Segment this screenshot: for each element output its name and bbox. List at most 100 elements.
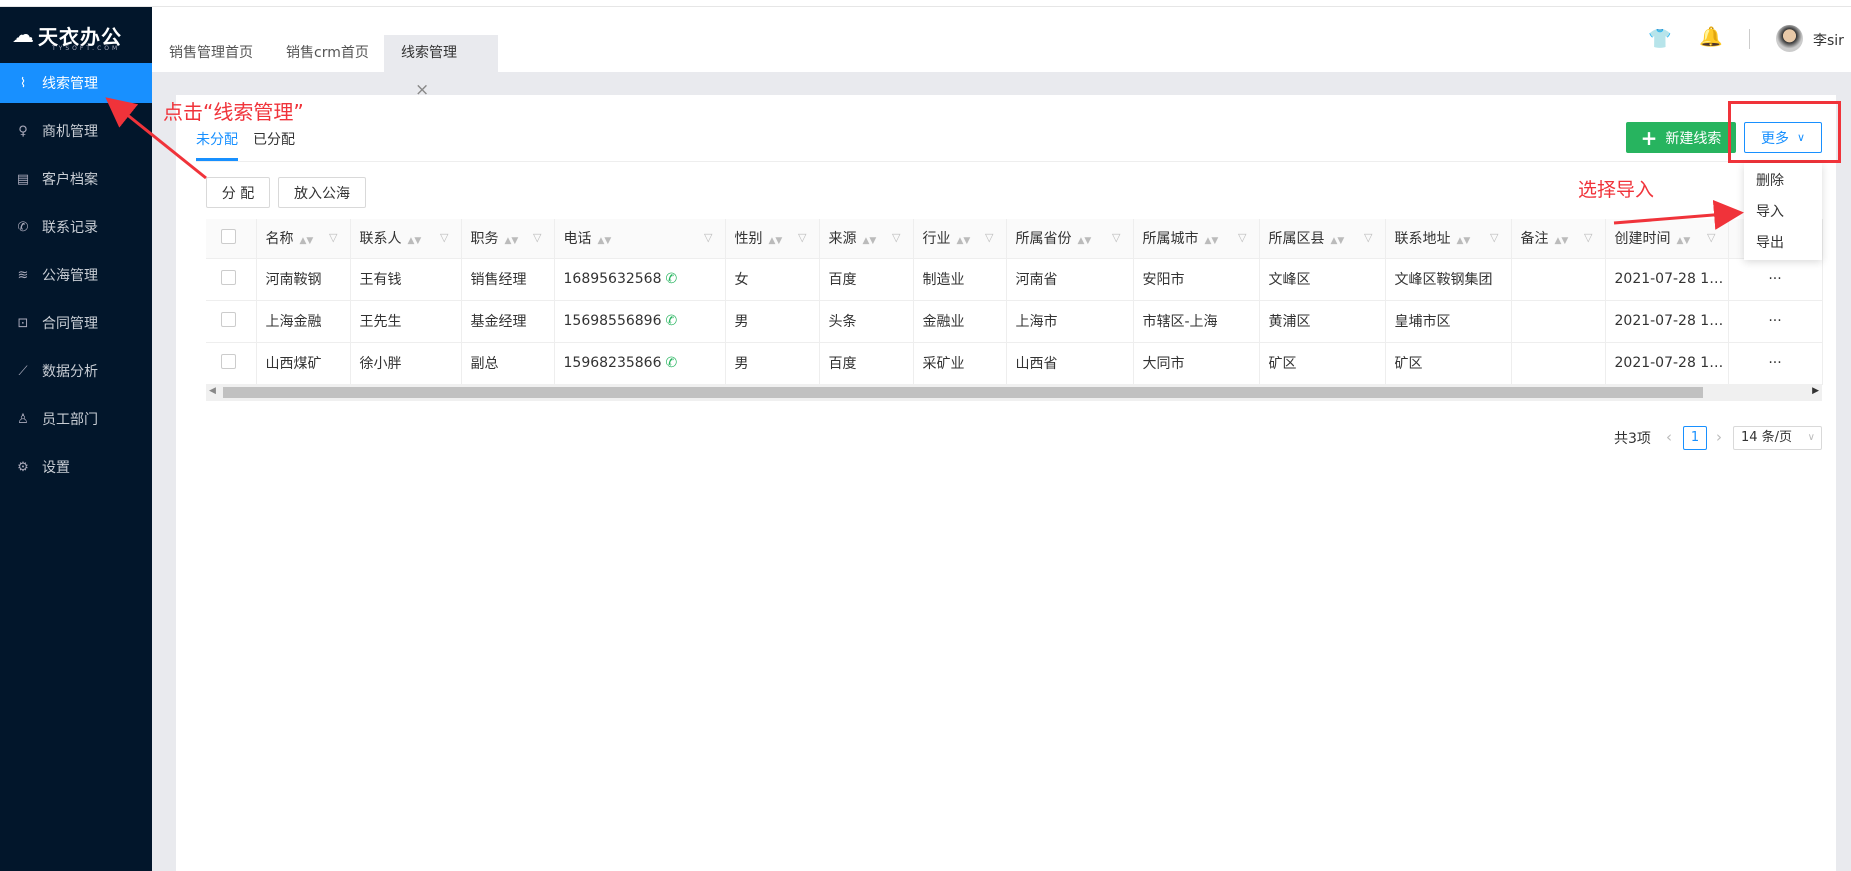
phone-icon[interactable]: ✆ xyxy=(665,355,677,371)
phone-icon[interactable]: ✆ xyxy=(665,271,677,287)
filter-icon[interactable]: ▽ xyxy=(1490,231,1498,244)
sort-icon[interactable]: ▲▼ xyxy=(957,236,971,246)
filter-icon[interactable]: ▽ xyxy=(1112,231,1120,244)
filter-icon[interactable]: ▽ xyxy=(1707,231,1715,244)
sidebar-item-0[interactable]: ⌇ 线索管理 xyxy=(0,63,152,103)
total-count: 共3项 xyxy=(1614,431,1651,447)
sort-icon[interactable]: ▲▼ xyxy=(408,236,422,246)
sidebar-item-3[interactable]: ✆ 联系记录 xyxy=(0,207,152,247)
column-header[interactable]: 所属城市 ▲▼ ▽ xyxy=(1133,219,1260,259)
sort-icon[interactable]: ▲▼ xyxy=(1555,236,1569,246)
phone-icon[interactable]: ✆ xyxy=(665,313,677,329)
sort-icon[interactable]: ▲▼ xyxy=(1331,236,1345,246)
filter-icon[interactable]: ▽ xyxy=(1238,231,1246,244)
column-header[interactable]: 行业 ▲▼ ▽ xyxy=(913,219,1007,259)
table-cell: 百度 xyxy=(819,258,914,301)
bell-icon[interactable]: 🔔 xyxy=(1699,25,1723,48)
move-to-pool-button[interactable]: 放入公海 xyxy=(278,177,366,208)
filter-icon[interactable]: ▽ xyxy=(533,231,541,244)
column-header[interactable]: 名称 ▲▼ ▽ xyxy=(256,219,351,259)
table-cell: 大同市 xyxy=(1133,342,1260,385)
scrollbar-thumb[interactable] xyxy=(223,387,1703,398)
filter-icon[interactable]: ▽ xyxy=(440,231,448,244)
column-header[interactable]: 来源 ▲▼ ▽ xyxy=(819,219,914,259)
row-more-button[interactable]: ··· xyxy=(1728,258,1823,301)
user-name[interactable]: 李sir xyxy=(1813,30,1844,50)
menu-item-delete[interactable]: 删除 xyxy=(1756,170,1784,190)
row-select-cell xyxy=(206,258,257,301)
menu-item-export[interactable]: 导出 xyxy=(1756,232,1784,252)
menu-item-import[interactable]: 导入 xyxy=(1756,201,1784,221)
sort-icon[interactable]: ▲▼ xyxy=(505,236,519,246)
sort-icon[interactable]: ▲▼ xyxy=(1457,236,1471,246)
row-select-cell xyxy=(206,300,257,343)
column-header[interactable]: 联系人 ▲▼ ▽ xyxy=(350,219,462,259)
filter-icon[interactable]: ▽ xyxy=(985,231,993,244)
assign-button[interactable]: 分 配 xyxy=(206,177,270,208)
page-scrollbar[interactable] xyxy=(1836,72,1851,871)
next-page-icon[interactable]: › xyxy=(1716,428,1722,446)
table-cell: 头条 xyxy=(819,300,914,343)
scroll-right-icon[interactable]: ▶ xyxy=(1812,386,1819,396)
column-header[interactable]: 职务 ▲▼ ▽ xyxy=(461,219,555,259)
sidebar-item-5[interactable]: ⊡ 合同管理 xyxy=(0,303,152,343)
prev-page-icon[interactable]: ‹ xyxy=(1666,428,1672,446)
column-header[interactable]: 所属省份 ▲▼ ▽ xyxy=(1006,219,1134,259)
new-clue-button[interactable]: + 新建线索 xyxy=(1626,122,1736,153)
sort-icon[interactable]: ▲▼ xyxy=(769,236,783,246)
table-cell: 15698556896 ✆ xyxy=(554,300,726,343)
filter-icon[interactable]: ▽ xyxy=(1584,231,1592,244)
table-cell: 百度 xyxy=(819,342,914,385)
tab-clue-management[interactable]: 线索管理× xyxy=(384,35,498,100)
header: 销售管理首页 销售crm首页 线索管理× 👕 🔔 李sir xyxy=(152,7,1851,100)
sidebar-item-8[interactable]: ⚙ 设置 xyxy=(0,447,152,487)
annotation-select: 选择导入 xyxy=(1578,179,1655,201)
page-1[interactable]: 1 xyxy=(1683,426,1707,450)
sort-icon[interactable]: ▲▼ xyxy=(598,236,612,246)
row-checkbox[interactable] xyxy=(221,311,236,327)
tab-crm-home[interactable]: 销售crm首页 xyxy=(269,35,386,72)
column-header[interactable]: 性别 ▲▼ ▽ xyxy=(725,219,820,259)
sort-icon[interactable]: ▲▼ xyxy=(863,236,877,246)
shirt-icon[interactable]: 👕 xyxy=(1648,27,1672,50)
top-bar xyxy=(0,0,1851,7)
sidebar-item-4[interactable]: ≋ 公海管理 xyxy=(0,255,152,295)
column-header[interactable]: 电话 ▲▼ ▽ xyxy=(554,219,726,259)
filter-icon[interactable]: ▽ xyxy=(704,231,712,244)
avatar[interactable] xyxy=(1776,25,1803,52)
column-header[interactable]: 创建时间 ▲▼ ▽ xyxy=(1605,219,1729,259)
row-checkbox[interactable] xyxy=(221,353,236,369)
filter-icon[interactable]: ▽ xyxy=(1364,231,1372,244)
sort-icon[interactable]: ▲▼ xyxy=(1205,236,1219,246)
subtab-unassigned[interactable]: 未分配 xyxy=(196,129,238,149)
sort-icon[interactable]: ▲▼ xyxy=(1078,236,1092,246)
bulb-icon: ♀ xyxy=(18,123,28,139)
horizontal-scrollbar[interactable]: ◀ ▶ xyxy=(206,384,1822,401)
filter-icon[interactable]: ▽ xyxy=(329,231,337,244)
chevron-down-icon: ∨ xyxy=(1807,432,1815,443)
tab-sales-home[interactable]: 销售管理首页 xyxy=(152,35,270,72)
page-size-select[interactable]: 14 条/页 ∨ xyxy=(1733,426,1822,450)
filter-icon[interactable]: ▽ xyxy=(798,231,806,244)
sort-icon[interactable]: ▲▼ xyxy=(300,236,314,246)
table-cell: 河南鞍钢 xyxy=(256,258,351,301)
row-checkbox[interactable] xyxy=(221,269,236,285)
sidebar-item-7[interactable]: ♙ 员工部门 xyxy=(0,399,152,439)
select-all-checkbox[interactable] xyxy=(221,228,236,244)
clue-icon: ⌇ xyxy=(19,75,27,91)
table-cell: 16895632568 ✆ xyxy=(554,258,726,301)
sort-icon[interactable]: ▲▼ xyxy=(1677,236,1691,246)
sidebar-item-1[interactable]: ♀ 商机管理 xyxy=(0,111,152,151)
subtab-assigned[interactable]: 已分配 xyxy=(253,129,295,149)
row-more-button[interactable]: ··· xyxy=(1728,342,1823,385)
row-more-button[interactable]: ··· xyxy=(1728,300,1823,343)
table-row: 河南鞍钢 王有钱 销售经理 16895632568 ✆ 女百度 制造业 河南省 安阳市 文峰区 文峰… xyxy=(206,258,1823,301)
column-header[interactable]: 所属区县 ▲▼ ▽ xyxy=(1259,219,1386,259)
highlight-box xyxy=(1728,101,1841,163)
column-header[interactable]: 联系地址 ▲▼ ▽ xyxy=(1385,219,1512,259)
sidebar-item-6[interactable]: ⟋ 数据分析 xyxy=(0,351,152,391)
sidebar-item-2[interactable]: ▤ 客户档案 xyxy=(0,159,152,199)
scroll-left-icon[interactable]: ◀ xyxy=(209,386,216,396)
filter-icon[interactable]: ▽ xyxy=(892,231,900,244)
column-header[interactable]: 备注 ▲▼ ▽ xyxy=(1511,219,1606,259)
